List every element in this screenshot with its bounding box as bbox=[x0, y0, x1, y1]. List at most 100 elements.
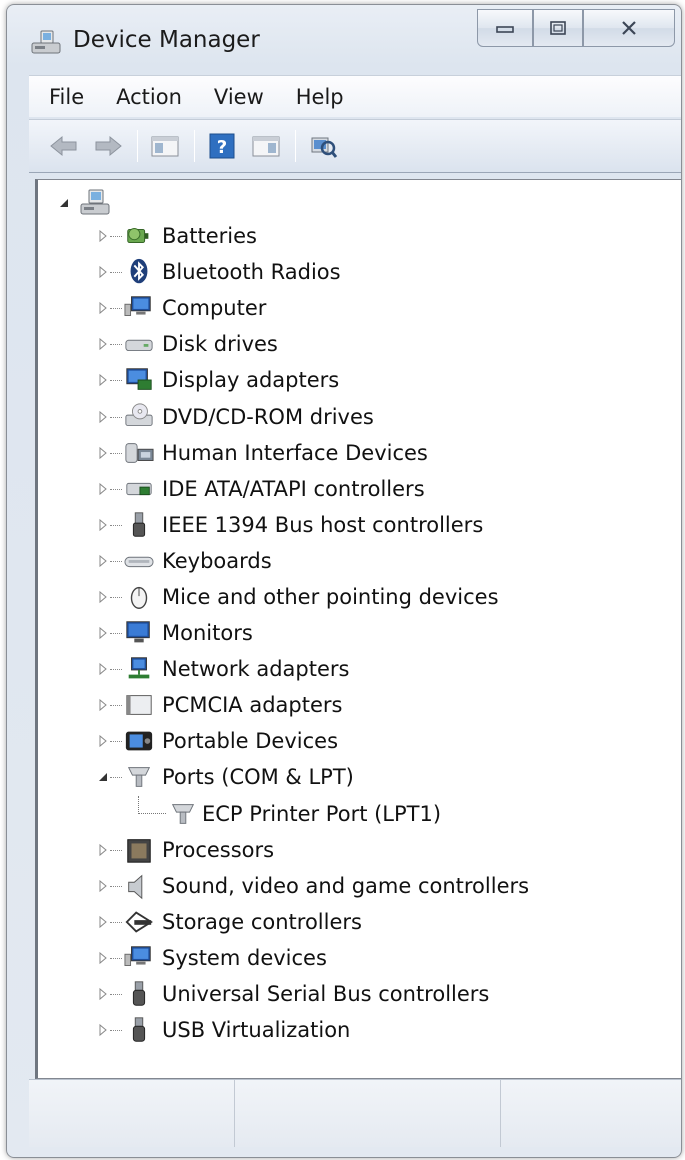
menu-view[interactable]: View bbox=[214, 85, 264, 109]
title-bar[interactable]: Device Manager bbox=[7, 5, 681, 69]
expand-arrow-icon[interactable] bbox=[96, 228, 110, 244]
tree-node-universal-serial-bus-controllers[interactable]: Universal Serial Bus controllers bbox=[38, 976, 681, 1012]
tree-node-keyboards[interactable]: Keyboards bbox=[38, 543, 681, 579]
expand-arrow-icon[interactable] bbox=[96, 481, 110, 497]
storage-controller-icon bbox=[122, 907, 156, 937]
tree-connector bbox=[110, 1030, 122, 1032]
expand-arrow-icon[interactable] bbox=[96, 372, 110, 388]
tree-node-label: IDE ATA/ATAPI controllers bbox=[162, 476, 425, 501]
expand-arrow-icon[interactable] bbox=[96, 914, 110, 930]
tree-node-portable-devices[interactable]: Portable Devices bbox=[38, 723, 681, 759]
tree-node-storage-controllers[interactable]: Storage controllers bbox=[38, 904, 681, 940]
expand-arrow-icon[interactable] bbox=[96, 878, 110, 894]
expand-arrow-icon[interactable] bbox=[96, 1022, 110, 1038]
close-button[interactable] bbox=[583, 9, 675, 47]
help-button[interactable]: ? bbox=[203, 127, 241, 165]
expand-arrow-icon[interactable] bbox=[96, 986, 110, 1002]
tree-node-ieee-1394-bus-host-controllers[interactable]: IEEE 1394 Bus host controllers bbox=[38, 507, 681, 543]
pcmcia-icon bbox=[126, 695, 152, 716]
computer-root-icon bbox=[80, 189, 110, 215]
tree-node-monitors[interactable]: Monitors bbox=[38, 615, 681, 651]
tree-root[interactable] bbox=[58, 186, 112, 220]
system-device-icon bbox=[124, 946, 151, 966]
menu-action[interactable]: Action bbox=[116, 85, 182, 109]
maximize-button[interactable] bbox=[533, 9, 583, 47]
display-adapter-icon bbox=[126, 368, 152, 391]
tree-node-disk-drives[interactable]: Disk drives bbox=[38, 326, 681, 362]
usb-icon bbox=[132, 1017, 146, 1042]
expand-arrow-icon[interactable] bbox=[96, 264, 110, 280]
menu-help[interactable]: Help bbox=[296, 85, 344, 109]
status-cell bbox=[29, 1080, 235, 1147]
tree-node-label: Disk drives bbox=[162, 332, 278, 357]
expand-arrow-icon[interactable] bbox=[96, 733, 110, 749]
bluetooth-icon bbox=[122, 257, 156, 287]
expand-arrow-icon[interactable] bbox=[96, 300, 110, 316]
expand-arrow-icon[interactable] bbox=[96, 517, 110, 533]
minimize-button[interactable] bbox=[477, 9, 533, 47]
tree-node-sound-video-and-game-controllers[interactable]: Sound, video and game controllers bbox=[38, 868, 681, 904]
tree-node-computer[interactable]: Computer bbox=[38, 290, 681, 326]
expand-arrow-icon[interactable] bbox=[96, 661, 110, 677]
window-title: Device Manager bbox=[73, 27, 260, 53]
tree-node-pcmcia-adapters[interactable]: PCMCIA adapters bbox=[38, 687, 681, 723]
action-pane-icon bbox=[252, 136, 280, 157]
tree-node-label: DVD/CD-ROM drives bbox=[162, 404, 374, 429]
tree-node-ide-ata-atapi-controllers[interactable]: IDE ATA/ATAPI controllers bbox=[38, 471, 681, 507]
keyboard-icon bbox=[122, 546, 156, 576]
expand-arrow-icon[interactable] bbox=[96, 445, 110, 461]
expand-arrow-icon[interactable] bbox=[96, 336, 110, 352]
tree-node-bluetooth-radios[interactable]: Bluetooth Radios bbox=[38, 254, 681, 290]
toolbar-separator bbox=[295, 130, 296, 162]
tree-connector bbox=[110, 488, 122, 490]
tree-connector bbox=[110, 308, 122, 310]
expand-arrow-icon[interactable] bbox=[96, 409, 110, 425]
tree-node-system-devices[interactable]: System devices bbox=[38, 940, 681, 976]
scan-hardware-icon bbox=[311, 137, 338, 158]
tree-connector bbox=[110, 452, 122, 454]
expand-arrow-icon[interactable] bbox=[96, 553, 110, 569]
tree-connector bbox=[110, 669, 122, 671]
back-button[interactable] bbox=[45, 127, 83, 165]
show-hide-console-tree-button[interactable] bbox=[146, 127, 184, 165]
tree-node-dvd-cd-rom-drives[interactable]: DVD/CD-ROM drives bbox=[38, 398, 681, 434]
toolbar-separator bbox=[137, 130, 138, 162]
action-pane-button[interactable] bbox=[247, 127, 285, 165]
forward-button[interactable] bbox=[89, 127, 127, 165]
tree-node-label: Human Interface Devices bbox=[162, 440, 428, 465]
expand-arrow-icon[interactable] bbox=[96, 842, 110, 858]
ieee1394-icon bbox=[122, 510, 156, 540]
bluetooth-icon bbox=[130, 259, 148, 284]
expand-arrow-icon[interactable] bbox=[96, 589, 110, 605]
mouse-icon bbox=[122, 582, 156, 612]
tree-node-ecp-printer-port-lpt1[interactable]: ECP Printer Port (LPT1) bbox=[38, 795, 681, 832]
tree-node-label: Storage controllers bbox=[162, 909, 362, 934]
tree-connector bbox=[110, 236, 122, 238]
monitor-icon bbox=[126, 621, 150, 643]
tree-connector bbox=[110, 596, 122, 598]
menu-file[interactable]: File bbox=[49, 85, 84, 109]
port-icon bbox=[127, 767, 151, 788]
collapse-arrow-icon[interactable] bbox=[96, 769, 110, 785]
minimize-icon bbox=[496, 26, 514, 33]
expand-arrow-icon[interactable] bbox=[96, 625, 110, 641]
tree-node-processors[interactable]: Processors bbox=[38, 832, 681, 868]
restore-icon bbox=[550, 21, 566, 35]
tree-node-label: Processors bbox=[162, 837, 275, 862]
tree-node-network-adapters[interactable]: Network adapters bbox=[38, 651, 681, 687]
scan-hardware-button[interactable] bbox=[304, 127, 342, 165]
tree-node-batteries[interactable]: Batteries bbox=[38, 218, 681, 254]
tree-connector bbox=[110, 957, 122, 959]
expand-arrow-icon[interactable] bbox=[96, 697, 110, 713]
tree-connector bbox=[110, 380, 122, 382]
storage-controller-icon bbox=[125, 911, 153, 933]
expand-arrow-icon[interactable] bbox=[96, 950, 110, 966]
tree-node-label: Universal Serial Bus controllers bbox=[162, 981, 490, 1006]
tree-node-usb-virtualization[interactable]: USB Virtualization bbox=[38, 1012, 681, 1048]
tree-node-display-adapters[interactable]: Display adapters bbox=[38, 362, 681, 398]
tree-node-ports-com-lpt[interactable]: Ports (COM & LPT) bbox=[38, 759, 681, 795]
tree-node-human-interface-devices[interactable]: Human Interface Devices bbox=[38, 435, 681, 471]
tree-node-mice-and-other-pointing-devices[interactable]: Mice and other pointing devices bbox=[38, 579, 681, 615]
tree-node-label: Sound, video and game controllers bbox=[162, 873, 530, 898]
dvd-drive-icon bbox=[122, 402, 156, 432]
